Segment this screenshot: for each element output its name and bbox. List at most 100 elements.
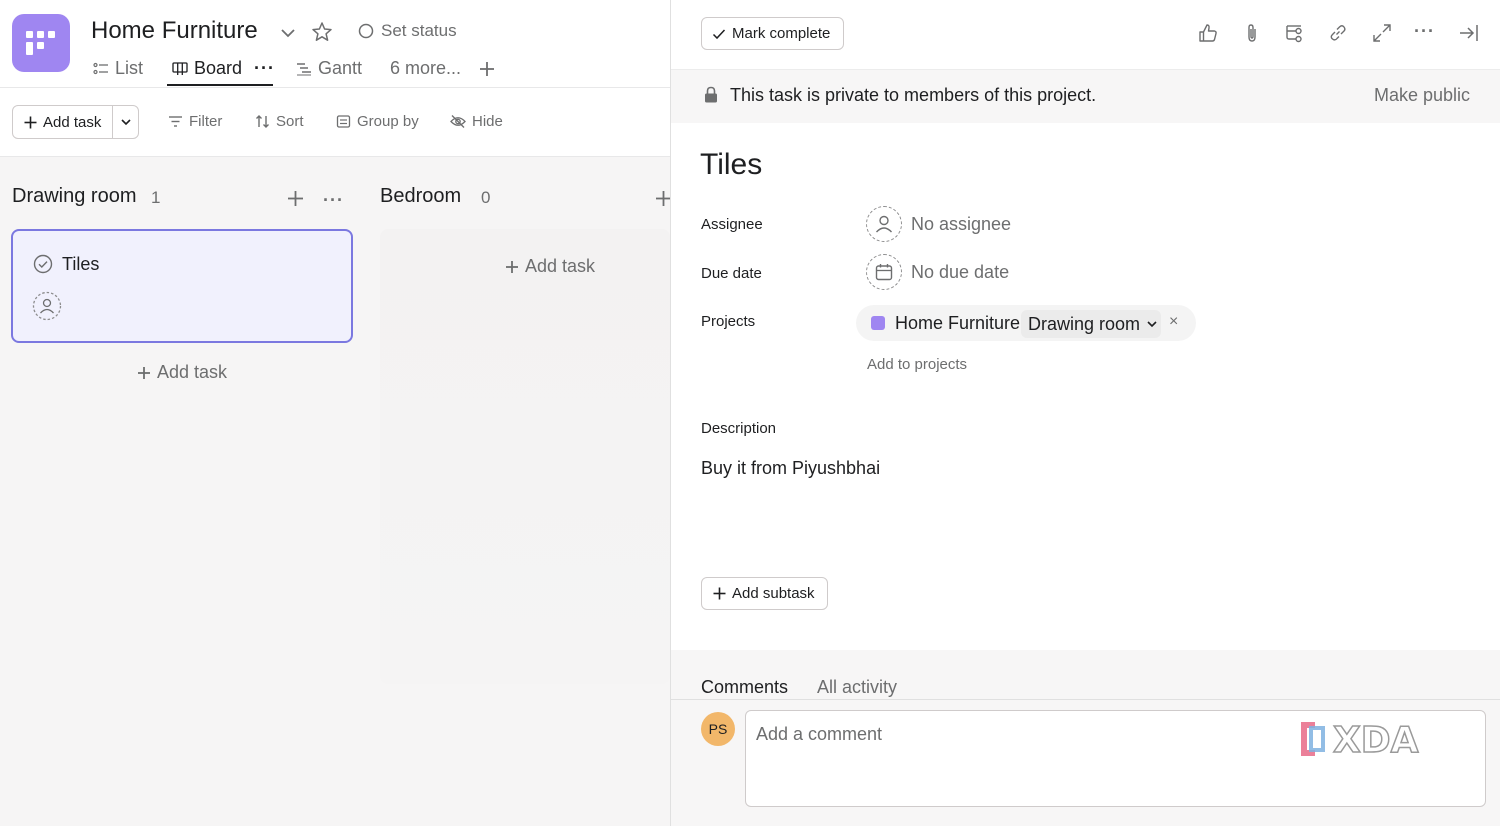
link-icon[interactable] <box>1327 22 1351 46</box>
filter-icon <box>169 116 182 127</box>
due-date-value[interactable]: No due date <box>911 262 1009 283</box>
board-logo-icon <box>26 31 55 55</box>
project-color-swatch <box>871 316 885 330</box>
group-icon <box>336 115 351 128</box>
attachment-icon[interactable] <box>1241 22 1265 46</box>
sort-icon <box>256 115 269 128</box>
hide-label: Hide <box>472 113 503 130</box>
group-by-button[interactable]: Group by <box>336 113 419 130</box>
column-title[interactable]: Bedroom <box>380 185 461 208</box>
assignee-avatar-placeholder[interactable] <box>866 206 902 242</box>
project-title[interactable]: Home Furniture <box>91 17 258 45</box>
filter-label: Filter <box>189 113 223 130</box>
plus-icon <box>24 116 37 128</box>
tab-board-label: Board <box>194 58 243 78</box>
projects-label: Projects <box>701 313 756 330</box>
subtask-icon[interactable] <box>1284 22 1308 46</box>
comments-divider <box>671 699 1500 700</box>
assignee-label: Assignee <box>701 216 763 233</box>
tab-more-label: 6 more... <box>390 58 462 78</box>
section-dropdown-value: Drawing room <box>1028 313 1141 334</box>
add-task-button[interactable]: Add task <box>13 106 113 138</box>
mark-complete-button[interactable]: Mark complete <box>701 17 844 50</box>
status-circle-icon <box>358 23 374 39</box>
more-options-icon[interactable]: ··· <box>1414 21 1438 45</box>
tab-more[interactable]: 6 more... <box>390 58 461 79</box>
tab-all-activity[interactable]: All activity <box>817 677 897 698</box>
person-icon <box>875 215 893 233</box>
column-count: 0 <box>481 188 491 207</box>
lock-icon <box>703 86 719 104</box>
add-task-split-button: Add task <box>12 105 139 139</box>
column-drop-area <box>380 229 670 684</box>
chevron-down-icon[interactable] <box>278 23 298 43</box>
plus-icon <box>713 587 726 600</box>
like-icon[interactable] <box>1197 22 1221 46</box>
column-add-task-link[interactable]: Add task <box>505 256 595 277</box>
calendar-icon <box>875 264 893 281</box>
add-task-link-label: Add task <box>525 256 596 276</box>
task-check-icon[interactable] <box>33 254 53 274</box>
add-task-link-label: Add task <box>157 362 228 382</box>
sort-label: Sort <box>276 113 304 130</box>
plus-icon <box>506 260 518 273</box>
project-pane: Home Furniture Set status List Board ···… <box>0 0 670 826</box>
plus-icon <box>138 366 150 379</box>
eye-off-icon <box>450 115 466 128</box>
watermark-text: XDA <box>1333 720 1419 761</box>
column-add-plus-icon[interactable] <box>287 190 304 207</box>
task-card[interactable] <box>11 229 353 343</box>
due-date-placeholder[interactable] <box>866 254 902 290</box>
xda-watermark-logo: XDA <box>1295 716 1445 764</box>
section-dropdown[interactable]: Drawing room <box>1021 310 1161 338</box>
column-add-task-link[interactable]: Add task <box>137 362 227 383</box>
header-divider <box>0 87 670 88</box>
remove-project-icon[interactable]: × <box>1169 313 1178 331</box>
gantt-icon <box>297 62 311 75</box>
assignee-placeholder-icon[interactable] <box>32 291 62 321</box>
add-subtask-label: Add subtask <box>732 585 815 602</box>
avatar: PS <box>701 712 735 746</box>
add-task-label: Add task <box>43 113 102 131</box>
description-label: Description <box>701 420 777 437</box>
tab-board[interactable]: Board ··· <box>172 58 275 79</box>
board-options-icon[interactable]: ··· <box>254 58 275 79</box>
tab-gantt[interactable]: Gantt <box>296 58 362 79</box>
due-date-label: Due date <box>701 265 762 282</box>
description-text[interactable]: Buy it from Piyushbhai <box>701 458 880 479</box>
task-card-title: Tiles <box>62 254 100 274</box>
expand-icon[interactable] <box>1371 22 1395 46</box>
close-pane-icon[interactable] <box>1458 22 1482 46</box>
hide-button[interactable]: Hide <box>450 113 503 130</box>
make-public-button[interactable]: Make public <box>1374 85 1470 106</box>
board-icon <box>172 61 188 75</box>
list-icon <box>93 62 108 74</box>
column-add-plus-icon[interactable] <box>655 190 670 207</box>
column-options-icon[interactable]: ··· <box>323 190 344 211</box>
active-tab-indicator <box>167 84 273 86</box>
column-title[interactable]: Drawing room <box>12 185 136 208</box>
tab-list[interactable]: List <box>93 58 143 79</box>
project-chip-name: Home Furniture <box>895 313 1021 333</box>
check-icon <box>712 28 726 39</box>
filter-button[interactable]: Filter <box>168 113 222 130</box>
tab-list-label: List <box>115 58 144 78</box>
project-logo[interactable] <box>12 14 70 72</box>
star-icon[interactable] <box>311 21 333 43</box>
mark-complete-label: Mark complete <box>732 25 831 42</box>
add-tab-plus-icon[interactable] <box>478 60 496 78</box>
sort-button[interactable]: Sort <box>255 113 304 130</box>
group-by-label: Group by <box>357 113 419 130</box>
tab-comments[interactable]: Comments <box>701 677 788 698</box>
tab-gantt-label: Gantt <box>318 58 363 78</box>
chevron-down-icon <box>1147 321 1157 328</box>
add-subtask-button[interactable]: Add subtask <box>701 577 828 610</box>
add-to-projects-link[interactable]: Add to projects <box>867 356 967 373</box>
assignee-value[interactable]: No assignee <box>911 214 1011 235</box>
task-title[interactable]: Tiles <box>700 148 762 182</box>
privacy-banner-text: This task is private to members of this … <box>730 85 1097 105</box>
set-status-button[interactable]: Set status <box>358 21 457 41</box>
add-task-dropdown[interactable] <box>113 106 138 138</box>
comment-placeholder: Add a comment <box>756 724 883 744</box>
column-count: 1 <box>151 188 161 207</box>
